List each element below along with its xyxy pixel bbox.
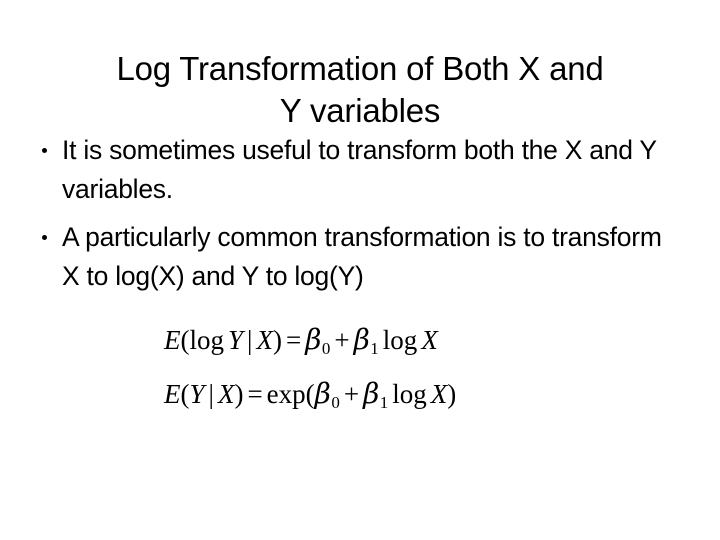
eq1-log: log	[189, 325, 225, 355]
eq1-Y: Y	[228, 325, 244, 355]
eq2-given-bar: |	[208, 378, 214, 409]
eq1-beta1: β	[353, 323, 370, 356]
eq1-equals: =	[285, 325, 302, 355]
eq2-beta0: β	[314, 376, 331, 410]
eq1-X: X	[256, 325, 273, 355]
eq2-plus: +	[343, 378, 360, 409]
eq2-close-paren: )	[234, 378, 244, 409]
page-title: Log Transformation of Both X and Y varia…	[116, 50, 604, 130]
bullet-text: It is sometimes useful to transform both…	[62, 135, 657, 204]
eq2-E: E	[164, 378, 181, 409]
bullet-list: It is sometimes useful to transform both…	[34, 131, 682, 296]
eq2-beta1: β	[363, 376, 380, 410]
equation-log-y-given-x: E(log Y | X) = β0 + β1 log X	[164, 317, 584, 371]
bullet-text: A particularly common transformation is …	[62, 222, 662, 291]
eq2-equals: =	[247, 378, 263, 409]
eq2-beta0-subscript: 0	[331, 392, 340, 412]
eq1-X2: X	[421, 325, 438, 355]
eq1-beta0-subscript: 0	[321, 338, 331, 358]
eq2-Y: Y	[189, 378, 205, 409]
slide-canvas: Log Transformation of Both X and Y varia…	[0, 0, 720, 540]
eq2-X2: X	[430, 378, 448, 409]
eq1-given-bar: |	[247, 325, 253, 355]
eq1-beta1-subscript: 1	[370, 338, 379, 358]
eq2-beta1-subscript: 1	[379, 392, 389, 412]
bullet-dot-icon	[42, 148, 47, 153]
eq1-open-paren: (	[180, 325, 190, 355]
eq1-E: E	[164, 325, 181, 355]
eq2-open-paren: (	[180, 378, 190, 409]
eq1-close-paren: )	[272, 325, 282, 355]
list-item: It is sometimes useful to transform both…	[34, 131, 682, 209]
list-item: A particularly common transformation is …	[34, 218, 682, 296]
eq2-X: X	[217, 378, 235, 409]
eq1-beta0: β	[305, 323, 322, 356]
bullet-dot-icon	[42, 235, 47, 240]
eq2-open-paren2: (	[305, 378, 315, 409]
eq2-close-paren2: )	[447, 378, 457, 409]
eq1-plus: +	[334, 325, 350, 355]
eq2-log: log	[392, 378, 427, 409]
eq2-exp: exp	[266, 378, 306, 409]
equation-block: E(log Y | X) = β0 + β1 log X E(Y | X) = exp(β0 + β1 log X…	[164, 317, 584, 425]
eq1-log2: log	[382, 325, 418, 355]
equation-y-given-x: E(Y | X) = exp(β0 + β1 log X)	[164, 371, 584, 425]
